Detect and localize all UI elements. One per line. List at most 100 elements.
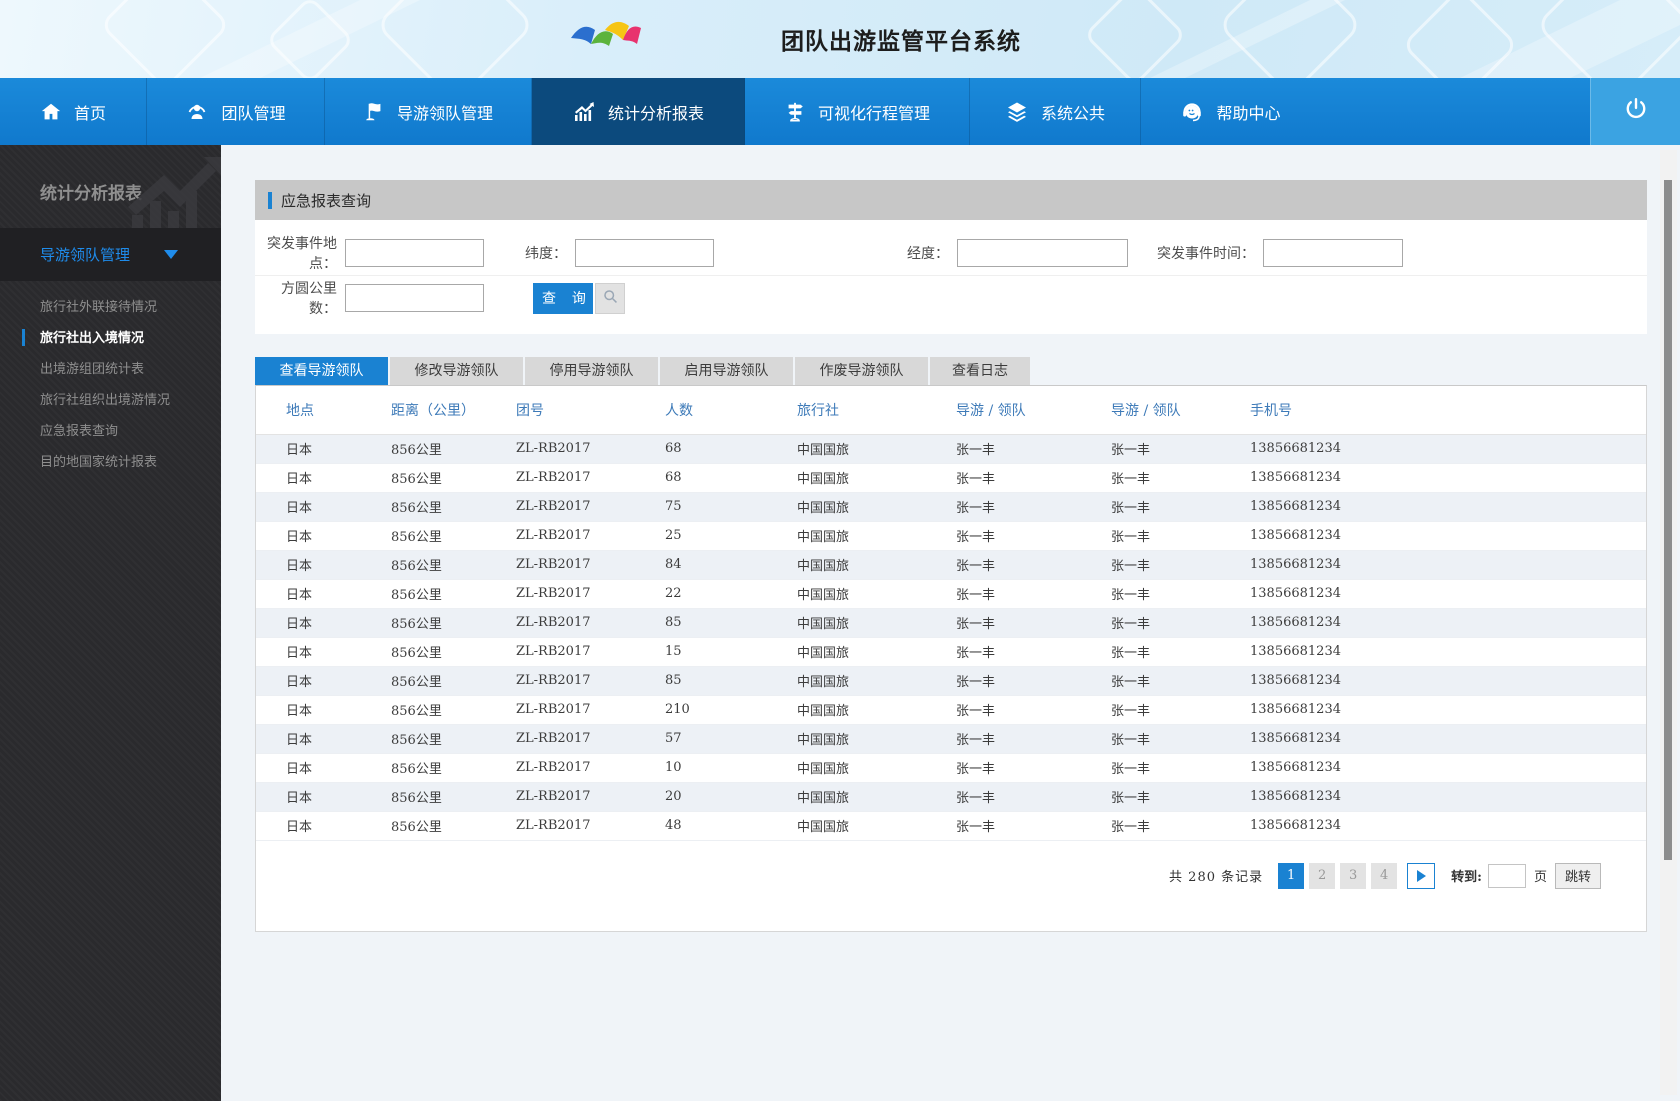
cell-guide-2: 张一丰 bbox=[1081, 695, 1220, 725]
table-row[interactable]: 日本 856公里 ZL-RB2017 85 中国国旅 张一丰 张一丰 13856… bbox=[256, 608, 1646, 638]
page-button-3[interactable]: 3 bbox=[1340, 862, 1367, 889]
incident-time-label: 突发事件时间： bbox=[1157, 244, 1255, 261]
table-row[interactable]: 日本 856公里 ZL-RB2017 20 中国国旅 张一丰 张一丰 13856… bbox=[256, 782, 1646, 812]
sidebar-item-outbound-stats[interactable]: 出境游组团统计表 bbox=[0, 353, 221, 384]
table-row[interactable]: 日本 856公里 ZL-RB2017 75 中国国旅 张一丰 张一丰 13856… bbox=[256, 492, 1646, 522]
cell-group-no: ZL-RB2017 bbox=[486, 811, 635, 841]
page-title: 团队出游监管平台系统 bbox=[781, 28, 1021, 54]
cell-agency: 中国国旅 bbox=[767, 492, 926, 522]
tab-view-guides[interactable]: 查看导游领队 bbox=[255, 357, 388, 385]
col-guide-1: 导游 / 领队 bbox=[926, 386, 1081, 435]
longitude-input[interactable] bbox=[957, 238, 1128, 267]
cell-phone: 13856681234 bbox=[1220, 463, 1646, 493]
cell-guide-2: 张一丰 bbox=[1081, 550, 1220, 580]
cell-phone: 13856681234 bbox=[1220, 782, 1646, 812]
pagination: 共 280 条记录 1 2 3 4 转到: 页 跳转 bbox=[256, 841, 1646, 931]
sidebar-item-destination-stats[interactable]: 目的地国家统计报表 bbox=[0, 446, 221, 477]
table-row[interactable]: 日本 856公里 ZL-RB2017 10 中国国旅 张一丰 张一丰 13856… bbox=[256, 753, 1646, 783]
cell-guide-2: 张一丰 bbox=[1081, 463, 1220, 493]
page-button-4[interactable]: 4 bbox=[1371, 862, 1398, 889]
tab-enable-guides[interactable]: 启用导游领队 bbox=[660, 357, 793, 385]
scrollbar-track bbox=[1660, 150, 1677, 1095]
tab-void-guides[interactable]: 作废导游领队 bbox=[795, 357, 928, 385]
sidebar-item-org-outbound[interactable]: 旅行社组织出境游情况 bbox=[0, 384, 221, 415]
cell-location: 日本 bbox=[256, 811, 361, 841]
cell-guide-2: 张一丰 bbox=[1081, 608, 1220, 638]
latitude-input[interactable] bbox=[575, 238, 714, 267]
next-page-button[interactable] bbox=[1407, 862, 1436, 889]
table-row[interactable]: 日本 856公里 ZL-RB2017 68 中国国旅 张一丰 张一丰 13856… bbox=[256, 434, 1646, 464]
nav-item-visual-itinerary[interactable]: 可视化行程管理 bbox=[745, 78, 970, 145]
cell-guide-1: 张一丰 bbox=[926, 753, 1081, 783]
cell-phone: 13856681234 bbox=[1220, 695, 1646, 725]
cell-location: 日本 bbox=[256, 492, 361, 522]
cell-group-no: ZL-RB2017 bbox=[486, 666, 635, 696]
cell-location: 日本 bbox=[256, 695, 361, 725]
sidebar: 统计分析报表 导游领队管理 旅行社外联接待情况 旅行社出入境情况 出境游组团统计… bbox=[0, 145, 221, 1101]
jump-button[interactable]: 跳转 bbox=[1554, 862, 1601, 889]
cell-phone: 13856681234 bbox=[1220, 521, 1646, 551]
table-row[interactable]: 日本 856公里 ZL-RB2017 57 中国国旅 张一丰 张一丰 13856… bbox=[256, 724, 1646, 754]
nav-item-guide-manage[interactable]: 导游领队管理 bbox=[325, 78, 532, 145]
nav-item-stats-report[interactable]: 统计分析报表 bbox=[532, 78, 745, 145]
nav-item-label: 团队管理 bbox=[221, 105, 286, 123]
cell-location: 日本 bbox=[256, 666, 361, 696]
cell-people-count: 15 bbox=[635, 637, 767, 667]
table-row[interactable]: 日本 856公里 ZL-RB2017 22 中国国旅 张一丰 张一丰 13856… bbox=[256, 579, 1646, 609]
cell-people-count: 57 bbox=[635, 724, 767, 754]
cell-people-count: 75 bbox=[635, 492, 767, 522]
record-count-prefix: 共 bbox=[1169, 870, 1184, 885]
sidebar-item-emergency-report[interactable]: 应急报表查询 bbox=[0, 415, 221, 446]
search-icon-button[interactable] bbox=[595, 282, 625, 314]
sidebar-group-guide-manage[interactable]: 导游领队管理 bbox=[0, 228, 221, 281]
scrollbar-thumb[interactable] bbox=[1664, 180, 1672, 860]
page-button-1[interactable]: 1 bbox=[1278, 862, 1305, 889]
nav-item-label: 系统公共 bbox=[1040, 105, 1105, 123]
nav-item-team[interactable]: 团队管理 bbox=[147, 78, 325, 145]
nav-item-home[interactable]: 首页 bbox=[0, 78, 147, 145]
cell-group-no: ZL-RB2017 bbox=[486, 753, 635, 783]
cell-group-no: ZL-RB2017 bbox=[486, 695, 635, 725]
cell-location: 日本 bbox=[256, 637, 361, 667]
cell-location: 日本 bbox=[256, 579, 361, 609]
col-group-no: 团号 bbox=[486, 386, 635, 435]
table-row[interactable]: 日本 856公里 ZL-RB2017 25 中国国旅 张一丰 张一丰 13856… bbox=[256, 521, 1646, 551]
logout-button[interactable] bbox=[1590, 78, 1680, 145]
tab-view-logs[interactable]: 查看日志 bbox=[930, 357, 1030, 385]
incident-location-input[interactable] bbox=[345, 238, 484, 267]
table-row[interactable]: 日本 856公里 ZL-RB2017 68 中国国旅 张一丰 张一丰 13856… bbox=[256, 463, 1646, 493]
table-row[interactable]: 日本 856公里 ZL-RB2017 48 中国国旅 张一丰 张一丰 13856… bbox=[256, 811, 1646, 841]
cell-location: 日本 bbox=[256, 550, 361, 580]
cell-agency: 中国国旅 bbox=[767, 637, 926, 667]
table-row[interactable]: 日本 856公里 ZL-RB2017 85 中国国旅 张一丰 张一丰 13856… bbox=[256, 666, 1646, 696]
cell-agency: 中国国旅 bbox=[767, 695, 926, 725]
cell-phone: 13856681234 bbox=[1220, 492, 1646, 522]
cell-people-count: 210 bbox=[635, 695, 767, 725]
nav-item-system[interactable]: 系统公共 bbox=[970, 78, 1141, 145]
cell-agency: 中国国旅 bbox=[767, 434, 926, 464]
cell-distance: 856公里 bbox=[361, 811, 486, 841]
cell-agency: 中国国旅 bbox=[767, 463, 926, 493]
tab-edit-guides[interactable]: 修改导游领队 bbox=[390, 357, 523, 385]
nav-item-help-center[interactable]: 帮助中心 bbox=[1141, 78, 1320, 145]
cell-group-no: ZL-RB2017 bbox=[486, 782, 635, 812]
incident-time-input[interactable] bbox=[1263, 238, 1403, 267]
cell-location: 日本 bbox=[256, 753, 361, 783]
sidebar-item-entry-exit[interactable]: 旅行社出入境情况 bbox=[0, 322, 221, 353]
page-button-2[interactable]: 2 bbox=[1309, 862, 1336, 889]
cell-group-no: ZL-RB2017 bbox=[486, 724, 635, 754]
table-body: 日本 856公里 ZL-RB2017 68 中国国旅 张一丰 张一丰 13856… bbox=[256, 434, 1646, 841]
table-row[interactable]: 日本 856公里 ZL-RB2017 15 中国国旅 张一丰 张一丰 13856… bbox=[256, 637, 1646, 667]
radius-km-input[interactable] bbox=[345, 284, 484, 312]
sidebar-item-reception[interactable]: 旅行社外联接待情况 bbox=[0, 291, 221, 322]
cell-phone: 13856681234 bbox=[1220, 637, 1646, 667]
query-form: 突发事件地点： 纬度： 经度： 突发事件时间： 方圆公里数： 查 询 bbox=[255, 220, 1647, 334]
goto-page-input[interactable] bbox=[1487, 863, 1526, 888]
cell-guide-2: 张一丰 bbox=[1081, 811, 1220, 841]
tab-disable-guides[interactable]: 停用导游领队 bbox=[525, 357, 658, 385]
table-row[interactable]: 日本 856公里 ZL-RB2017 84 中国国旅 张一丰 张一丰 13856… bbox=[256, 550, 1646, 580]
cell-group-no: ZL-RB2017 bbox=[486, 492, 635, 522]
table-row[interactable]: 日本 856公里 ZL-RB2017 210 中国国旅 张一丰 张一丰 1385… bbox=[256, 695, 1646, 725]
query-button[interactable]: 查 询 bbox=[533, 282, 593, 314]
